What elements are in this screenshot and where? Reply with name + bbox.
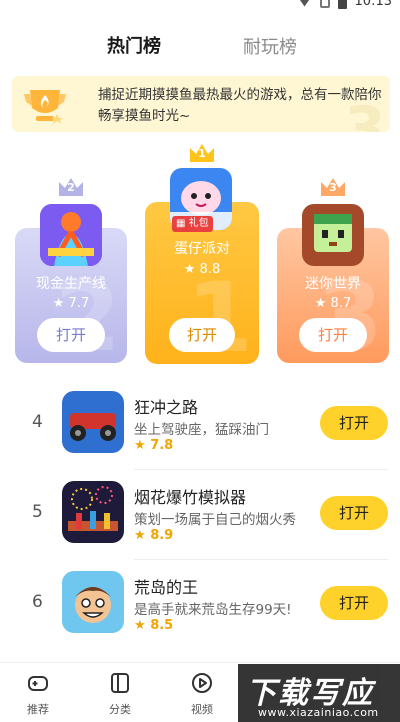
open-button[interactable]: 打开 (320, 406, 388, 440)
podium-game-name: 蛋仔派对 (174, 241, 230, 257)
battery-icon (337, 0, 347, 9)
crown-icon: 3 (319, 176, 347, 198)
podium-rating: ★ 8.7 (314, 296, 352, 311)
game-icon-cash-line[interactable] (40, 204, 102, 266)
game-icon-mini-world[interactable] (302, 204, 364, 266)
game-title: 狂冲之路 (134, 398, 199, 417)
rank-number: 4 (32, 412, 43, 432)
nav-recommend[interactable]: 推荐 (13, 671, 63, 717)
category-icon (111, 673, 129, 693)
game-rating: ★ 8.9 (134, 528, 174, 543)
status-bar: 10:13 (0, 0, 400, 14)
nav-video[interactable]: 视频 (177, 671, 227, 717)
trophy-icon (24, 84, 66, 124)
game-icon-rush-road[interactable] (62, 391, 124, 453)
list-item[interactable]: 4 狂冲之路 坐上驾驶座，猛踩油门 ★ 7.8 打开 (0, 380, 400, 470)
open-button[interactable]: 打开 (37, 318, 105, 352)
game-description: 策划一场属于自己的烟火秀 (134, 512, 296, 528)
banner-text: 捕捉近期摸摸鱼最热最火的游戏，总有一款陪你畅享摸鱼时光~ (98, 87, 382, 124)
open-button[interactable]: 打开 (320, 496, 388, 530)
nav-category[interactable]: 分类 (95, 671, 145, 717)
tab-hot[interactable]: 热门榜 (107, 32, 161, 58)
game-icon-island-king[interactable] (62, 571, 124, 633)
sim-icon (319, 0, 330, 8)
gamepad-icon (28, 676, 48, 691)
game-rating: ★ 8.5 (134, 618, 174, 633)
game-icon-firecracker-simulator[interactable] (62, 481, 124, 543)
nav-label: 分类 (109, 703, 131, 716)
game-title: 荒岛的王 (134, 578, 199, 597)
rank-number: 6 (32, 592, 43, 612)
nav-label: 推荐 (27, 703, 49, 716)
top-three-podium: 2 现金生产线 ★ 7.7 打开 2 1 蛋仔派对 ★ 8.8 打开 1 ▦ 礼… (0, 140, 400, 370)
list-item[interactable]: 6 荒岛的王 是高手就来荒岛生存99天! ★ 8.5 打开 (0, 560, 400, 650)
nav-label: 视频 (191, 703, 213, 716)
video-icon (192, 673, 212, 693)
status-time: 10:13 (354, 0, 392, 9)
signal-icon (297, 0, 312, 7)
list-item[interactable]: 5 烟花爆竹模拟器 策划一场属于自己的烟火秀 ★ 8.9 打开 (0, 470, 400, 560)
site-watermark: 下载写应用 www.xiazainiao.com (238, 664, 400, 722)
game-title: 烟花爆竹模拟器 (134, 488, 247, 507)
crown-icon: 2 (57, 176, 85, 198)
rank-number: 5 (32, 502, 43, 522)
game-description: 是高手就来荒岛生存99天! (134, 602, 292, 618)
podium-rating: ★ 7.7 (52, 296, 90, 311)
open-button[interactable]: 打开 (169, 318, 235, 352)
tab-long-play[interactable]: 耐玩榜 (243, 33, 297, 59)
podium-game-name: 现金生产线 (36, 276, 106, 292)
gift-badge: ▦ 礼包 (172, 216, 213, 232)
ranking-banner: 3 捕捉近期摸摸鱼最热最火的游戏，总有一款陪你畅享摸鱼时光~ (12, 76, 390, 132)
watermark-url: www.xiazainiao.com (258, 706, 379, 719)
open-button[interactable]: 打开 (299, 318, 367, 352)
crown-icon: 1 (188, 142, 216, 164)
ranking-tabs: 热门榜 耐玩榜 (0, 30, 400, 70)
podium-game-name: 迷你世界 (305, 276, 361, 292)
podium-rating: ★ 8.8 (183, 262, 221, 277)
game-rating: ★ 7.8 (134, 438, 174, 453)
open-button[interactable]: 打开 (320, 586, 388, 620)
game-description: 坐上驾驶座，猛踩油门 (134, 422, 269, 438)
